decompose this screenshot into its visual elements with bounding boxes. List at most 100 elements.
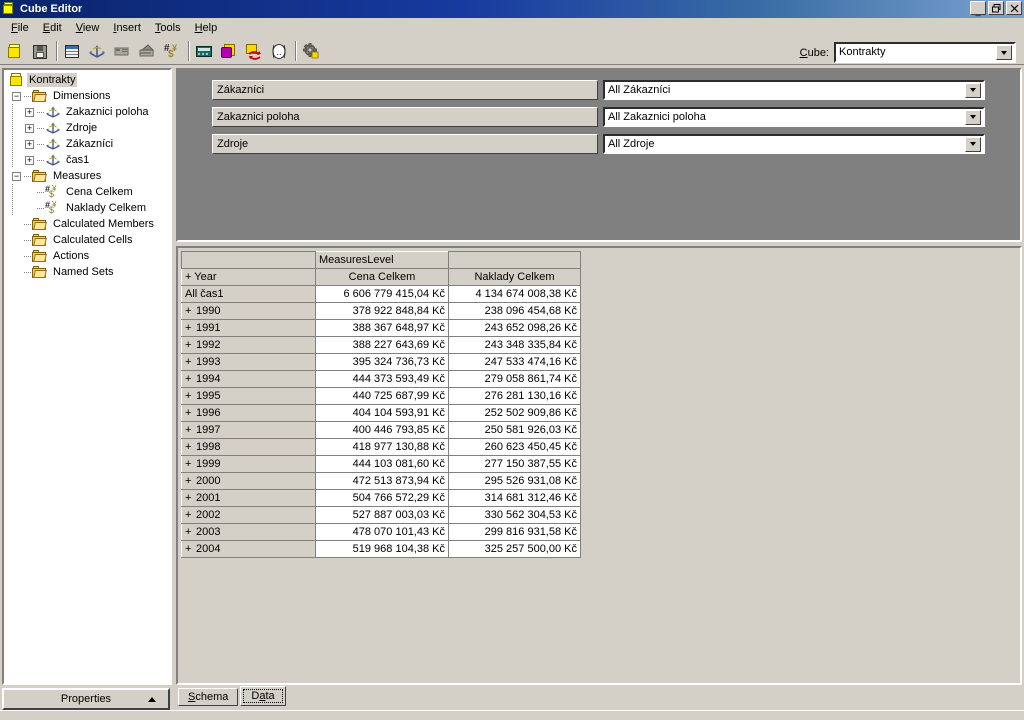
toolbar-cube-button[interactable]: [3, 39, 27, 63]
cell-naklady-celkem[interactable]: 243 348 335,84 Kč: [448, 336, 581, 354]
expand-icon[interactable]: +: [185, 322, 196, 334]
row-header[interactable]: +1999: [181, 455, 316, 473]
toolbar-calculated-cell-button[interactable]: [242, 39, 266, 63]
table-row[interactable]: +2003 478 070 101,43 Kč 299 816 931,58 K…: [181, 523, 581, 541]
collapse-icon[interactable]: −: [12, 171, 21, 181]
cell-cena-celkem[interactable]: 478 070 101,43 Kč: [315, 523, 449, 541]
menu-edit[interactable]: Edit: [36, 20, 69, 36]
chevron-down-icon[interactable]: [965, 109, 981, 125]
row-header[interactable]: +2001: [181, 489, 316, 507]
tree-node-calculated-cells[interactable]: Calculated Cells: [6, 232, 170, 248]
column-header-naklady-celkem[interactable]: Naklady Celkem: [448, 268, 581, 286]
cell-naklady-celkem[interactable]: 252 502 909,86 Kč: [448, 404, 581, 422]
cell-naklady-celkem[interactable]: 299 816 931,58 Kč: [448, 523, 581, 541]
row-header[interactable]: +1996: [181, 404, 316, 422]
tree-node-naklady-celkem[interactable]: # ¥ $ Naklady Celkem: [6, 200, 170, 216]
tab-data[interactable]: Da ta: [240, 686, 286, 706]
cell-cena-celkem[interactable]: 444 103 081,60 Kč: [315, 455, 449, 473]
expand-icon[interactable]: +: [185, 441, 196, 453]
cell-naklady-celkem[interactable]: 238 096 454,68 Kč: [448, 302, 581, 320]
expand-icon[interactable]: +: [185, 305, 196, 317]
cell-naklady-celkem[interactable]: 325 257 500,00 Kč: [448, 540, 581, 558]
menu-view[interactable]: View: [69, 20, 107, 36]
cell-naklady-celkem[interactable]: 4 134 674 008,38 Kč: [448, 285, 581, 303]
cell-cena-celkem[interactable]: 418 977 130,88 Kč: [315, 438, 449, 456]
table-row[interactable]: +2001 504 766 572,29 Kč 314 681 312,46 K…: [181, 489, 581, 507]
close-button[interactable]: [1006, 1, 1022, 15]
chevron-down-icon[interactable]: [965, 136, 981, 152]
row-header[interactable]: +1997: [181, 421, 316, 439]
table-row[interactable]: +1995 440 725 687,99 Kč 276 281 130,16 K…: [181, 387, 581, 405]
table-row[interactable]: All čas1 6 606 779 415,04 Kč 4 134 674 0…: [181, 285, 581, 303]
tree-node-kontrakty[interactable]: Kontrakty: [6, 72, 170, 88]
slicer-dimension-name[interactable]: Zákazníci: [212, 80, 598, 100]
toolbar-rename-button[interactable]: [110, 39, 134, 63]
slicer-dimension-name[interactable]: Zdroje: [212, 134, 598, 154]
slicer-member-combobox[interactable]: All Zákazníci: [603, 80, 985, 100]
table-row[interactable]: +1994 444 373 593,49 Kč 279 058 861,74 K…: [181, 370, 581, 388]
table-row[interactable]: +1999 444 103 081,60 Kč 277 150 387,55 K…: [181, 455, 581, 473]
toolbar-named-set-button[interactable]: ..: [267, 39, 291, 63]
expand-icon[interactable]: +: [25, 139, 34, 149]
expand-icon[interactable]: +: [25, 123, 34, 133]
chevron-down-icon[interactable]: [965, 82, 981, 98]
expand-icon[interactable]: +: [185, 407, 196, 419]
cell-naklady-celkem[interactable]: 277 150 387,55 Kč: [448, 455, 581, 473]
chevron-down-icon[interactable]: [996, 45, 1012, 60]
toolbar-calculator-button[interactable]: [192, 39, 216, 63]
toolbar-properties-button[interactable]: [60, 39, 84, 63]
tree-node-actions[interactable]: Actions: [6, 248, 170, 264]
row-header[interactable]: +2004: [181, 540, 316, 558]
expand-icon[interactable]: +: [25, 107, 34, 117]
cell-cena-celkem[interactable]: 388 367 648,97 Kč: [315, 319, 449, 337]
table-row[interactable]: +1991 388 367 648,97 Kč 243 652 098,26 K…: [181, 319, 581, 337]
cell-cena-celkem[interactable]: 395 324 736,73 Kč: [315, 353, 449, 371]
expand-icon[interactable]: +: [185, 475, 196, 487]
cell-naklady-celkem[interactable]: 330 562 304,53 Kč: [448, 506, 581, 524]
tree-node-calculated-members[interactable]: Calculated Members: [6, 216, 170, 232]
tree-node-named-sets[interactable]: Named Sets: [6, 264, 170, 280]
cell-cena-celkem[interactable]: 440 725 687,99 Kč: [315, 387, 449, 405]
cell-naklady-celkem[interactable]: 243 652 098,26 Kč: [448, 319, 581, 337]
expand-icon[interactable]: +: [185, 526, 196, 538]
minimize-button[interactable]: _: [970, 1, 986, 15]
cell-cena-celkem[interactable]: 444 373 593,49 Kč: [315, 370, 449, 388]
cell-naklady-celkem[interactable]: 295 526 931,08 Kč: [448, 472, 581, 490]
table-row[interactable]: +1992 388 227 643,69 Kč 243 348 335,84 K…: [181, 336, 581, 354]
expand-icon[interactable]: +: [25, 155, 34, 165]
toolbar-calculated-member-button[interactable]: [217, 39, 241, 63]
expand-icon[interactable]: +: [185, 458, 196, 470]
row-header[interactable]: +1994: [181, 370, 316, 388]
slicer-dimension-name[interactable]: Zakaznici poloha: [212, 107, 598, 127]
menu-tools[interactable]: Tools: [148, 20, 188, 36]
toolbar-new-dimension-button[interactable]: [85, 39, 109, 63]
restore-button[interactable]: [988, 1, 1004, 15]
menu-insert[interactable]: Insert: [106, 20, 148, 36]
cell-naklady-celkem[interactable]: 276 281 130,16 Kč: [448, 387, 581, 405]
expand-icon[interactable]: +: [185, 424, 196, 436]
table-row[interactable]: +1997 400 446 793,85 Kč 250 581 926,03 K…: [181, 421, 581, 439]
table-row[interactable]: +2002 527 887 003,03 Kč 330 562 304,53 K…: [181, 506, 581, 524]
tree-node-zakaznici-poloha[interactable]: + Zakaznici poloha: [6, 104, 170, 120]
expand-icon[interactable]: +: [185, 390, 196, 402]
measures-level-label[interactable]: MeasuresLevel: [315, 251, 449, 269]
table-row[interactable]: +2004 519 968 104,38 Kč 325 257 500,00 K…: [181, 540, 581, 558]
toolbar-new-measure-button[interactable]: # ¥ $: [160, 39, 184, 63]
table-row[interactable]: +2000 472 513 873,94 Kč 295 526 931,08 K…: [181, 472, 581, 490]
cell-cena-celkem[interactable]: 519 968 104,38 Kč: [315, 540, 449, 558]
row-header[interactable]: All čas1: [181, 285, 316, 303]
row-header[interactable]: +2002: [181, 506, 316, 524]
cell-cena-celkem[interactable]: 527 887 003,03 Kč: [315, 506, 449, 524]
menu-file[interactable]: FFileile: [4, 20, 36, 36]
cell-cena-celkem[interactable]: 388 227 643,69 Kč: [315, 336, 449, 354]
tree-node-cena-celkem[interactable]: # ¥ $ Cena Celkem: [6, 184, 170, 200]
table-row[interactable]: +1990 378 922 848,84 Kč 238 096 454,68 K…: [181, 302, 581, 320]
column-header-cena-celkem[interactable]: Cena Celkem: [315, 268, 449, 286]
slicer-member-combobox[interactable]: All Zakaznici poloha: [603, 107, 985, 127]
row-header[interactable]: +1998: [181, 438, 316, 456]
cell-naklady-celkem[interactable]: 247 533 474,16 Kč: [448, 353, 581, 371]
collapse-icon[interactable]: −: [12, 91, 21, 101]
table-row[interactable]: +1998 418 977 130,88 Kč 260 623 450,45 K…: [181, 438, 581, 456]
cell-cena-celkem[interactable]: 6 606 779 415,04 Kč: [315, 285, 449, 303]
toolbar-drillthrough-button[interactable]: [135, 39, 159, 63]
